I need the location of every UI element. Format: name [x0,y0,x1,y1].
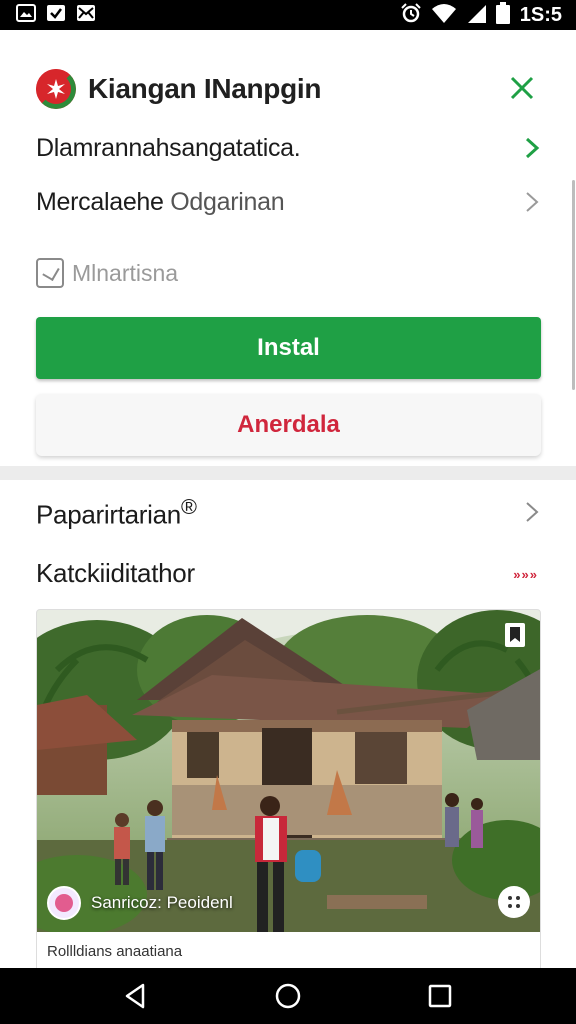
more-dots-icon [508,896,520,908]
email-icon [76,4,96,27]
clipboard-icon [36,258,64,288]
app-header: Kiangan INanpgin [36,66,546,112]
secondary-button[interactable]: Anerdala [36,394,541,456]
recents-icon [428,984,452,1008]
section-first-title: Paparirtarian® [36,493,197,530]
meta-info: Mlnartisna [36,258,178,288]
bookmark-icon[interactable] [504,622,528,648]
recents-button[interactable] [412,968,468,1024]
attribution-text: Sanricoz: Peoidenl [91,893,233,912]
row-developer[interactable]: Mercalaehe Odgarinan [36,182,546,222]
chevron-right-icon [518,498,546,526]
navigation-bar [0,968,576,1024]
row-description[interactable]: Dlamrannahsangatatica. [36,128,546,168]
scrollbar[interactable] [572,180,575,390]
chevron-right-icon [518,134,546,162]
install-button[interactable]: Instal [36,317,541,379]
row-section-first[interactable]: Paparirtarian® [36,492,546,532]
meta-label: Mlnartisna [72,259,179,286]
battery-icon [495,1,510,29]
wifi-icon [431,3,456,28]
app-logo-icon [36,69,76,109]
app-details-screen: Kiangan INanpgin Dlamrannahsangatatica. … [0,30,576,968]
avatar [47,886,81,920]
signal-icon [466,3,486,28]
section-second-title: Katckiiditathor [36,558,195,588]
check-box-icon [46,4,66,27]
app-title: Kiangan INanpgin [88,73,322,104]
photo-caption: Rollldians anaatiana [47,943,183,960]
photo-attribution: Sanricoz: Peoidenl [47,886,233,920]
row-developer-label: Mercalaehe Odgarinan [36,187,285,216]
chevron-right-icon [518,188,546,216]
row-description-label: Dlamrannahsangatatica. [36,133,301,162]
status-bar: 1S:5 [0,0,576,30]
app-info-card: Kiangan INanpgin Dlamrannahsangatatica. … [0,30,576,470]
gallery-icon [16,3,36,27]
back-icon [125,983,145,1009]
status-time: 1S:5 [519,3,562,26]
close-button[interactable] [504,70,540,106]
section-divider [0,466,576,480]
more-options-button[interactable] [498,886,530,918]
close-icon [510,76,534,100]
home-button[interactable] [260,968,316,1024]
see-more-link[interactable]: »»» [513,567,538,582]
village-photo [37,610,540,932]
home-icon [275,983,301,1009]
back-button[interactable] [108,968,164,1024]
alarm-icon [400,2,422,28]
photo-card[interactable]: Sanricoz: Peoidenl Rollldians anaatiana [36,609,541,968]
